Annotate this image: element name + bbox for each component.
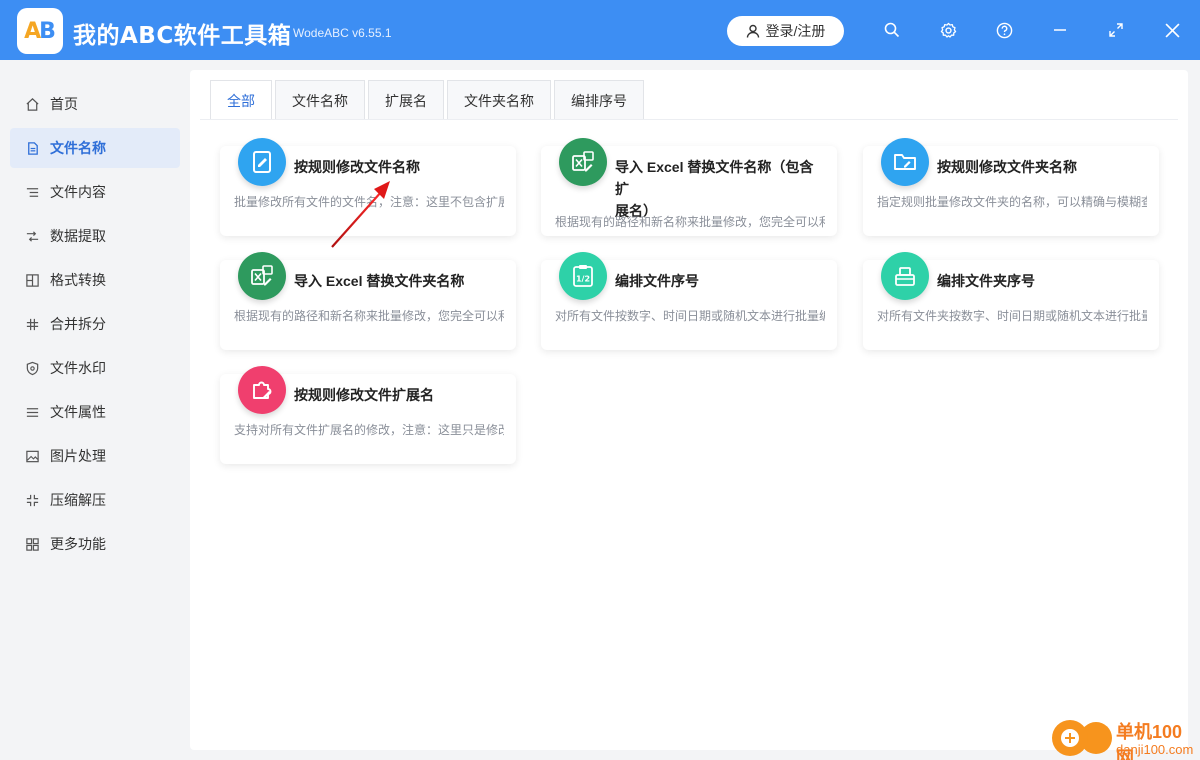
sidebar-item-file-name[interactable]: 文件名称 [10, 128, 180, 168]
minimize-icon[interactable] [1048, 18, 1072, 42]
app-logo: AB [17, 8, 63, 54]
card-description: 对所有文件夹按数字、时间日期或随机文本进行批量 [877, 309, 1147, 323]
excel-replace-icon [238, 252, 286, 300]
sidebar-item-file-properties[interactable]: 文件属性 [10, 392, 180, 432]
card-description: 根据现有的路径和新名称来批量修改，您完全可以利 [555, 215, 825, 229]
card-excel-replace-file-names[interactable]: 导入 Excel 替换文件名称（包含扩 展名） 根据现有的路径和新名称来批量修改… [541, 138, 837, 236]
tab-folder-name[interactable]: 文件夹名称 [447, 80, 551, 120]
tab-divider [200, 119, 1178, 120]
edit-document-icon [238, 138, 286, 186]
card-title: 按规则修改文件夹名称 [937, 159, 1077, 175]
card-title-line-1: 导入 Excel 替换文件名称（包含扩 [615, 159, 814, 197]
sidebar-item-merge-split[interactable]: 合并拆分 [10, 304, 180, 344]
puzzle-edit-icon [238, 366, 286, 414]
card-number-folders[interactable]: 编排文件夹序号 对所有文件夹按数字、时间日期或随机文本进行批量 [863, 252, 1159, 350]
app-version: WodeABC v6.55.1 [293, 26, 392, 40]
card-excel-replace-folder-names[interactable]: 导入 Excel 替换文件夹名称 根据现有的路径和新名称来批量修改，您完全可以利 [220, 252, 516, 350]
properties-icon [24, 404, 40, 420]
sidebar-item-label: 首页 [50, 96, 78, 112]
sidebar-item-label: 压缩解压 [50, 492, 106, 508]
card-description: 根据现有的路径和新名称来批量修改，您完全可以利 [234, 309, 504, 323]
svg-text:1/2: 1/2 [576, 275, 590, 284]
tab-all[interactable]: 全部 [210, 80, 272, 120]
user-icon [746, 24, 759, 38]
excel-replace-icon [559, 138, 607, 186]
watermark-logo [1052, 720, 1088, 756]
settings-gear-icon[interactable] [936, 18, 960, 42]
home-icon [24, 96, 40, 112]
app-title: 我的ABC软件工具箱 [73, 23, 292, 49]
card-rename-extensions-by-rule[interactable]: 按规则修改文件扩展名 支持对所有文件扩展名的修改，注意：这里只是修改 [220, 366, 516, 464]
help-icon[interactable] [992, 18, 1016, 42]
card-title: 编排文件夹序号 [937, 273, 1035, 289]
tab-bar: 全部 文件名称 扩展名 文件夹名称 编排序号 [210, 80, 647, 120]
card-number-files[interactable]: 1/2 编排文件序号 对所有文件按数字、时间日期或随机文本进行批量编 [541, 252, 837, 350]
sidebar-item-watermark[interactable]: 文件水印 [10, 348, 180, 388]
sidebar-item-format-convert[interactable]: 格式转换 [10, 260, 180, 300]
sidebar-item-label: 更多功能 [50, 536, 106, 552]
image-icon [24, 448, 40, 464]
search-icon[interactable] [880, 18, 904, 42]
tab-numbering[interactable]: 编排序号 [554, 80, 644, 120]
convert-icon [24, 272, 40, 288]
card-description: 支持对所有文件扩展名的修改，注意：这里只是修改 [234, 423, 504, 437]
folder-edit-icon [881, 138, 929, 186]
card-description: 指定规则批量修改文件夹的名称，可以精确与模糊查 [877, 195, 1147, 209]
file-icon [24, 140, 40, 156]
maximize-icon[interactable] [1104, 18, 1128, 42]
sidebar-item-label: 文件水印 [50, 360, 106, 376]
folder-number-icon [881, 252, 929, 300]
sidebar-item-label: 文件属性 [50, 404, 106, 420]
card-title: 按规则修改文件扩展名 [294, 387, 434, 403]
compress-icon [24, 492, 40, 508]
sidebar-item-label: 文件名称 [50, 140, 106, 156]
logo-letter-b: B [39, 18, 56, 44]
card-description: 对所有文件按数字、时间日期或随机文本进行批量编 [555, 309, 825, 323]
sidebar-item-file-content[interactable]: 文件内容 [10, 172, 180, 212]
sidebar-item-data-extract[interactable]: 数据提取 [10, 216, 180, 256]
close-icon[interactable] [1160, 18, 1184, 42]
list-icon [24, 184, 40, 200]
number-file-icon: 1/2 [559, 252, 607, 300]
sidebar-item-more[interactable]: 更多功能 [10, 524, 180, 564]
site-watermark: 单机100网 danji100.com [1052, 716, 1200, 760]
shield-icon [24, 360, 40, 376]
extract-icon [24, 228, 40, 244]
tab-extension[interactable]: 扩展名 [368, 80, 444, 120]
card-title: 编排文件序号 [615, 273, 699, 289]
watermark-url: danji100.com [1116, 742, 1194, 757]
grid-icon [24, 536, 40, 552]
main-panel: 全部 文件名称 扩展名 文件夹名称 编排序号 按规则修改文件名称 批量修改所有文… [190, 70, 1188, 750]
sidebar-item-compress[interactable]: 压缩解压 [10, 480, 180, 520]
sidebar-item-label: 数据提取 [50, 228, 106, 244]
sidebar-item-label: 格式转换 [50, 272, 106, 288]
card-title: 导入 Excel 替换文件夹名称 [294, 273, 465, 289]
annotation-arrow [331, 181, 390, 248]
title-bar: AB 我的ABC软件工具箱 WodeABC v6.55.1 登录/注册 [0, 0, 1200, 60]
login-register-label: 登录/注册 [765, 23, 826, 39]
login-register-button[interactable]: 登录/注册 [727, 16, 844, 46]
card-rename-folders-by-rule[interactable]: 按规则修改文件夹名称 指定规则批量修改文件夹的名称，可以精确与模糊查 [863, 138, 1159, 236]
hash-icon [24, 316, 40, 332]
tab-file-name[interactable]: 文件名称 [275, 80, 365, 120]
sidebar-item-label: 合并拆分 [50, 316, 106, 332]
sidebar-item-label: 文件内容 [50, 184, 106, 200]
sidebar: 首页 文件名称 文件内容 数据提取 格式转换 合并拆分 文件水印 文件属性 图片… [0, 60, 180, 760]
sidebar-item-label: 图片处理 [50, 448, 106, 464]
sidebar-item-image-processing[interactable]: 图片处理 [10, 436, 180, 476]
sidebar-item-home[interactable]: 首页 [10, 84, 180, 124]
